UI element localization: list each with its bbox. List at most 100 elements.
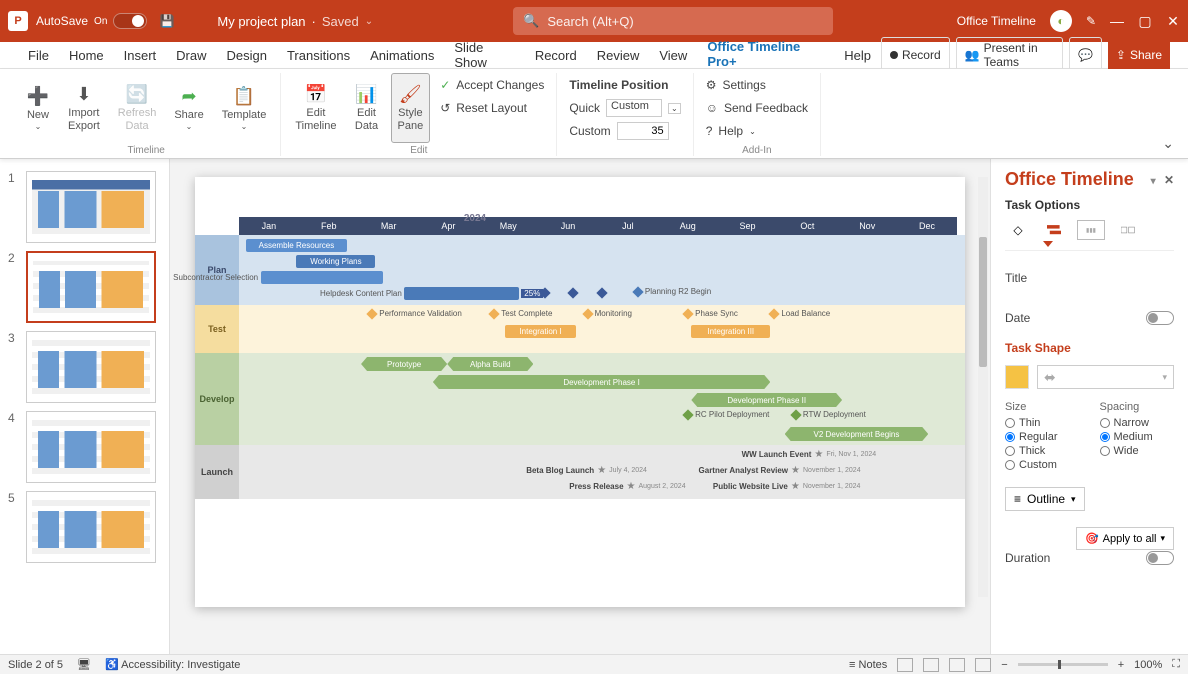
vertical-scrollbar[interactable]	[978, 177, 988, 597]
pen-icon[interactable]: ✎	[1086, 14, 1096, 28]
zoom-slider[interactable]	[1018, 663, 1108, 666]
tab-insert[interactable]: Insert	[114, 45, 167, 66]
slideshow-view-button[interactable]	[975, 658, 991, 672]
task-bar[interactable]: Development Phase II	[691, 393, 842, 407]
document-title[interactable]: My project plan · Saved ⌄	[217, 14, 373, 29]
user-avatar[interactable]: ◐	[1050, 10, 1072, 32]
zoom-level[interactable]: 100%	[1134, 659, 1162, 671]
size-custom[interactable]: Custom	[1005, 459, 1080, 471]
tab-design[interactable]: Design	[217, 45, 277, 66]
share-button[interactable]: ⇪ Share	[1108, 37, 1170, 73]
slide-canvas[interactable]: 2024 JanFebMarAprMayJunJulAugSepOctNovDe…	[195, 177, 965, 607]
tab-view[interactable]: View	[649, 45, 697, 66]
launch-event[interactable]: WW Launch Event★Fri, Nov 1, 2024	[742, 449, 877, 460]
chevron-down-icon[interactable]: ⌄	[365, 16, 373, 27]
date-toggle[interactable]	[1146, 311, 1174, 325]
close-panel-button[interactable]: ✕	[1164, 173, 1174, 187]
task-bar[interactable]: Helpdesk Content Plan25%	[404, 287, 519, 300]
slide-counter[interactable]: Slide 2 of 5	[8, 659, 63, 671]
date-section[interactable]: Date	[1005, 311, 1174, 325]
tab-slideshow[interactable]: Slide Show	[444, 37, 524, 73]
launch-event[interactable]: Public Website Live★November 1, 2024	[713, 481, 861, 492]
notes-button[interactable]: ≡ Notes	[849, 659, 887, 671]
zoom-out-button[interactable]: −	[1001, 659, 1007, 671]
tab-help[interactable]: Help	[834, 45, 881, 66]
display-settings-icon[interactable]: 🖥	[77, 658, 91, 671]
task-bar[interactable]: Prototype	[361, 357, 447, 371]
outline-dropdown[interactable]: ≡ Outline ▾	[1005, 487, 1085, 511]
import-export-button[interactable]: ⬇Import Export	[62, 73, 106, 143]
size-thin[interactable]: Thin	[1005, 417, 1080, 429]
accessibility-status[interactable]: ♿ Accessibility: Investigate	[105, 658, 240, 671]
milestone[interactable]: Performance Validation	[368, 309, 462, 318]
spacing-narrow[interactable]: Narrow	[1100, 417, 1175, 429]
shape-option-progress[interactable]: ▮▮▮	[1077, 220, 1105, 240]
comments-button[interactable]: 💬	[1069, 37, 1102, 73]
tab-draw[interactable]: Draw	[166, 45, 216, 66]
task-bar[interactable]: V2 Development Begins	[785, 427, 929, 441]
milestone[interactable]: RC Pilot Deployment	[684, 410, 769, 419]
size-thick[interactable]: Thick	[1005, 445, 1080, 457]
tab-transitions[interactable]: Transitions	[277, 45, 360, 66]
search-input[interactable]: 🔍 Search (Alt+Q)	[513, 7, 833, 35]
share-ribbon-button[interactable]: ➦Share⌄	[168, 73, 209, 143]
task-bar[interactable]: Integration III	[691, 325, 770, 338]
help-button[interactable]: ?Help⌄	[706, 121, 808, 141]
shape-option-diamond[interactable]: ◇	[1005, 220, 1031, 240]
slide-thumbnail-1[interactable]	[26, 171, 156, 243]
slide-thumbnail-4[interactable]	[26, 411, 156, 483]
save-icon[interactable]: 💾	[157, 11, 177, 31]
task-bar[interactable]: Working Plans	[296, 255, 375, 268]
slide-thumbnail-2[interactable]	[26, 251, 156, 323]
launch-event[interactable]: Gartner Analyst Review★November 1, 2024	[699, 465, 861, 476]
title-section[interactable]: Title	[1005, 271, 1174, 285]
milestone[interactable]: RTW Deployment	[792, 410, 866, 419]
settings-button[interactable]: ⚙Settings	[706, 75, 808, 95]
duration-section[interactable]: Duration	[1005, 551, 1174, 565]
maximize-button[interactable]: ▢	[1138, 14, 1152, 28]
new-button[interactable]: ➕New⌄	[20, 73, 56, 143]
shape-option-split[interactable]	[1115, 220, 1141, 240]
task-bar[interactable]: Assemble Resources	[246, 239, 347, 252]
edit-data-button[interactable]: 📊Edit Data	[349, 73, 385, 143]
custom-position-input[interactable]	[617, 122, 669, 140]
edit-timeline-button[interactable]: 📅Edit Timeline	[289, 73, 342, 143]
task-bar[interactable]: Integration I	[505, 325, 577, 338]
collapse-ribbon-button[interactable]: ⌄	[1162, 135, 1174, 152]
slide-thumbnail-3[interactable]	[26, 331, 156, 403]
accept-changes-button[interactable]: ✓Accept Changes	[440, 75, 544, 95]
color-swatch[interactable]	[1005, 365, 1029, 389]
zoom-in-button[interactable]: +	[1118, 659, 1124, 671]
shape-option-bar[interactable]	[1041, 220, 1067, 240]
duration-toggle[interactable]	[1146, 551, 1174, 565]
fit-to-window-button[interactable]: ⛶	[1172, 658, 1180, 671]
tab-record[interactable]: Record	[525, 45, 587, 66]
normal-view-button[interactable]	[897, 658, 913, 672]
tab-home[interactable]: Home	[59, 45, 114, 66]
style-pane-button[interactable]: 🖌Style Pane	[391, 73, 431, 143]
launch-event[interactable]: Beta Blog Launch★July 4, 2024	[526, 465, 647, 476]
task-bar[interactable]: Alpha Build	[447, 357, 533, 371]
task-bar[interactable]: Subcontractor Selection	[261, 271, 383, 284]
refresh-data-button[interactable]: 🔄Refresh Data	[112, 73, 163, 143]
launch-event[interactable]: Press Release★August 2, 2024	[569, 481, 685, 492]
milestone[interactable]: Phase Sync	[684, 309, 738, 318]
milestone[interactable]: Planning R2 Begin	[634, 287, 711, 296]
milestone[interactable]: Monitoring	[584, 309, 632, 318]
spacing-wide[interactable]: Wide	[1100, 445, 1175, 457]
minimize-button[interactable]: —	[1110, 14, 1124, 28]
toggle-switch-icon[interactable]	[113, 13, 147, 29]
size-regular[interactable]: Regular	[1005, 431, 1080, 443]
close-button[interactable]: ✕	[1166, 14, 1180, 28]
reset-layout-button[interactable]: ↺Reset Layout	[440, 98, 544, 118]
reading-view-button[interactable]	[949, 658, 965, 672]
milestone[interactable]: Load Balance	[770, 309, 830, 318]
record-button[interactable]: Record	[881, 37, 950, 73]
autosave-toggle[interactable]: AutoSave On	[36, 13, 147, 29]
feedback-button[interactable]: ☺Send Feedback	[706, 98, 808, 118]
slide-sorter-button[interactable]	[923, 658, 939, 672]
tab-animations[interactable]: Animations	[360, 45, 444, 66]
spacing-medium[interactable]: Medium	[1100, 431, 1175, 443]
slide-thumbnail-5[interactable]	[26, 491, 156, 563]
task-bar[interactable]: Development Phase I	[433, 375, 770, 389]
